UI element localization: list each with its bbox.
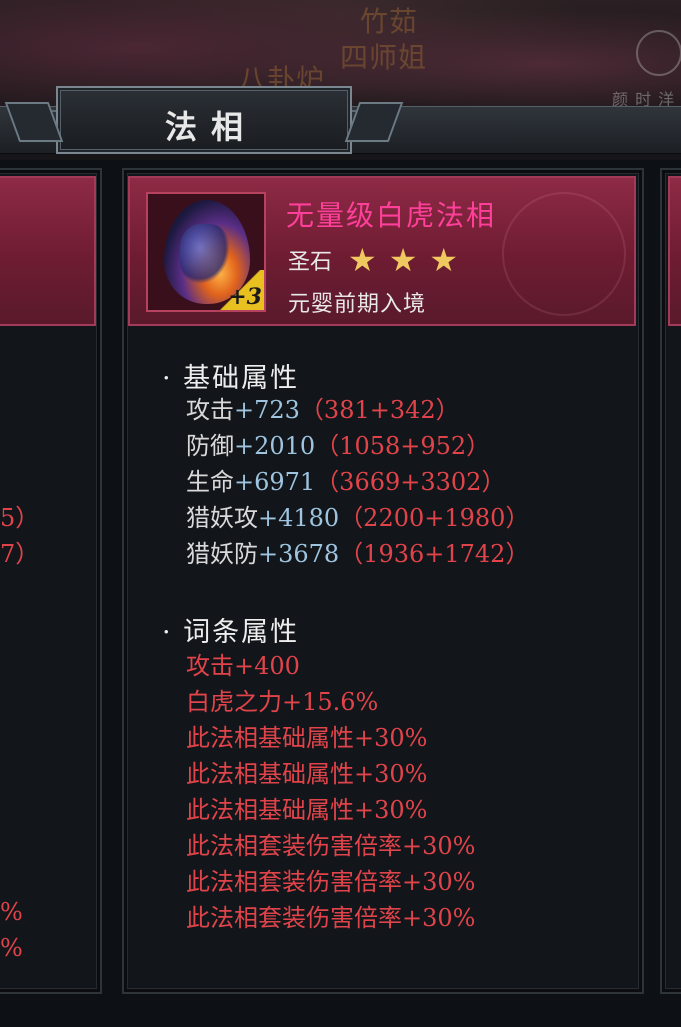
stat-name: 猎妖防 xyxy=(186,540,258,568)
left-card-fragment: % xyxy=(0,934,23,962)
left-card-fragment: % xyxy=(0,898,23,926)
stat-detail: （381+342） xyxy=(299,396,460,424)
stat-value: +2010 xyxy=(234,432,316,460)
stat-detail: （2200+1980） xyxy=(339,504,530,532)
stat-value: +723 xyxy=(234,396,300,424)
scene-label-zhuru: 竹茹 xyxy=(360,5,419,38)
stat-name: 防御 xyxy=(186,432,234,460)
page-title: 法相 xyxy=(164,108,257,146)
grade-row: 圣石 ★ ★ ★ xyxy=(288,244,470,276)
base-attributes-list: 攻击+723（381+342） 防御+2010（1058+952） 生命+697… xyxy=(186,392,529,572)
base-stat-row: 猎妖防+3678（1936+1742） xyxy=(186,536,529,572)
base-stat-row: 生命+6971（3669+3302） xyxy=(186,464,529,500)
affix-stat-row: 此法相基础属性+30% xyxy=(186,724,428,752)
scene-label-sishijie: 四师姐 xyxy=(340,41,428,74)
title-plate: 法相 xyxy=(56,86,352,154)
affix-stat-row: 此法相基础属性+30% xyxy=(186,796,428,824)
left-card-fragment: 7） xyxy=(0,540,40,568)
affix-stat-row: 此法相基础属性+30% xyxy=(186,760,428,788)
affix-attributes-list: 攻击+400 白虎之力+15.6% 此法相基础属性+30% 此法相基础属性+30… xyxy=(186,648,475,936)
affix-stat-row: 此法相套装伤害倍率+30% xyxy=(186,832,476,860)
stat-detail: （1058+952） xyxy=(315,432,491,460)
left-card-fragment: 5） xyxy=(0,504,40,532)
stat-name: 生命 xyxy=(186,468,234,496)
affix-attributes-title: · 词条属性 xyxy=(162,617,300,648)
affix-stat-row: 攻击+400 xyxy=(186,652,300,680)
base-stat-row: 攻击+723（381+342） xyxy=(186,392,529,428)
star-icon: ★ xyxy=(388,241,418,279)
stat-value: +6971 xyxy=(234,468,316,496)
star-icon: ★ xyxy=(348,241,377,279)
pet-icon-frame[interactable]: +3 xyxy=(146,192,266,312)
grade-label: 圣石 xyxy=(288,250,333,275)
level-badge: +3 xyxy=(218,270,264,310)
star-icon: ★ xyxy=(429,241,459,279)
base-attributes-title: · 基础属性 xyxy=(162,363,300,394)
emblem-icon xyxy=(636,30,681,76)
stat-name: 猎妖攻 xyxy=(186,504,258,532)
card-banner-right xyxy=(668,176,681,326)
pet-name: 无量级白虎法相 xyxy=(286,199,497,232)
stat-detail: （1936+1742） xyxy=(339,540,530,568)
stat-value: +3678 xyxy=(258,540,340,568)
stat-name: 攻击 xyxy=(186,396,234,424)
base-stat-row: 防御+2010（1058+952） xyxy=(186,428,529,464)
level-badge-text: +3 xyxy=(228,284,262,310)
card-banner-left xyxy=(0,176,96,326)
base-stat-row: 猎妖攻+4180（2200+1980） xyxy=(186,500,529,536)
realm-stage: 元婴前期入境 xyxy=(288,292,427,317)
affix-stat-row: 此法相套装伤害倍率+30% xyxy=(186,868,476,896)
stat-detail: （3669+3302） xyxy=(315,468,506,496)
stat-value: +4180 xyxy=(258,504,340,532)
affix-stat-row: 白虎之力+15.6% xyxy=(186,688,379,716)
affix-stat-row: 此法相套装伤害倍率+30% xyxy=(186,904,476,932)
